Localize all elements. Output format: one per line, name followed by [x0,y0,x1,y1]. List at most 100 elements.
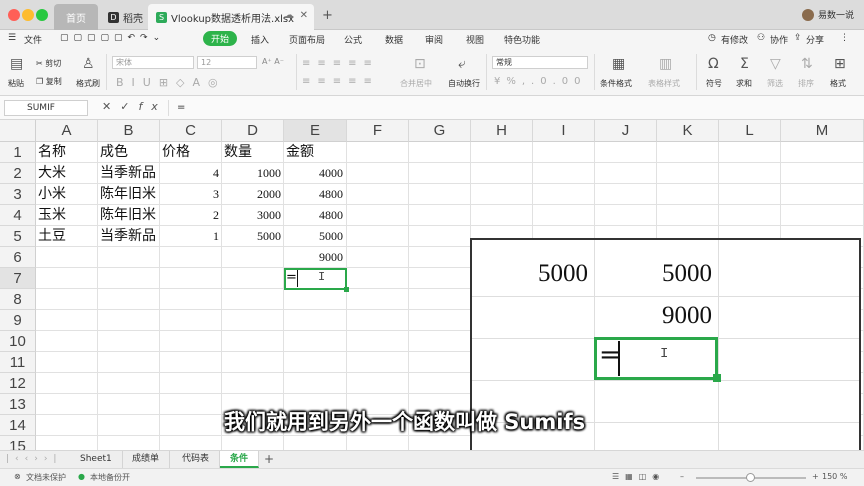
collab-icon[interactable]: ⚇ [757,33,765,43]
cell-d5[interactable]: 5000 [222,226,283,247]
row-header[interactable]: 3 [0,184,36,205]
cell-a4[interactable]: 玉米 [36,205,97,226]
menu-start[interactable]: 开始 [203,31,238,46]
cell-b5[interactable]: 当季新品 [98,226,159,247]
new-tab-icon[interactable]: + [322,8,333,23]
user-account[interactable]: 易数一说 [801,8,854,21]
column-header[interactable]: C [160,120,222,142]
cell-c3[interactable]: 3 [160,184,221,205]
format-painter-button[interactable]: 格式刷 [76,78,100,89]
sheet-tab-grades[interactable]: 成绩单 [122,451,171,468]
cell-c1[interactable]: 价格 [160,142,221,163]
cell-a3[interactable]: 小米 [36,184,97,205]
row-header[interactable]: 8 [0,289,36,310]
align-horizontal-icons[interactable]: ≡≡≡≡≡ [302,76,379,87]
cancel-icon[interactable]: ✕ [102,100,120,113]
sum-button[interactable]: 求和 [736,78,752,89]
cell-d4[interactable]: 3000 [222,205,283,226]
cell-c2[interactable]: 4 [160,163,221,184]
cell-e1[interactable]: 金额 [284,142,345,163]
cell-b2[interactable]: 当季新品 [98,163,159,184]
cloud-icon[interactable]: ☁ [284,10,294,21]
column-header[interactable]: D [222,120,284,142]
menu-collab[interactable]: 协作 [770,33,788,46]
wrap-text-icon[interactable]: ⤶ [458,56,466,72]
cell-d2[interactable]: 1000 [222,163,283,184]
column-header[interactable]: L [719,120,781,142]
column-header[interactable]: B [98,120,160,142]
conditional-format-button[interactable]: 条件格式 [600,78,632,89]
menu-page-layout[interactable]: 页面布局 [289,33,325,46]
cell-a1[interactable]: 名称 [36,142,97,163]
close-tab-icon[interactable]: ✕ [300,10,308,21]
view-mode-icons[interactable]: ☰▦◫◉ [612,472,665,481]
fill-handle[interactable] [344,287,349,292]
wrap-text-button[interactable]: 自动换行 [448,78,480,89]
menu-file[interactable]: 文件 [24,33,42,46]
column-header[interactable]: G [409,120,471,142]
cell-d3[interactable]: 2000 [222,184,283,205]
align-top-icons[interactable]: ≡≡≡≡≡ [302,58,379,69]
minimize-window-button[interactable] [22,9,34,21]
more-icon[interactable]: ⋮ [840,33,849,43]
column-header[interactable]: M [781,120,864,142]
font-style-icons[interactable]: BIU⊞◇A◎ [116,76,226,89]
name-box[interactable]: SUMIF [4,100,88,116]
hamburger-icon[interactable]: ☰ [8,33,16,43]
tab-docer[interactable]: D 稻壳 [100,4,144,30]
sheet-nav-arrows[interactable]: |‹‹››| [6,454,62,464]
cell-e5[interactable]: 5000 [284,226,345,247]
number-format-select[interactable]: 常规 [492,56,588,69]
backup-status[interactable]: 本地备份开 [90,472,130,483]
paste-icon[interactable]: ▤ [10,56,23,72]
menu-view[interactable]: 视图 [466,33,484,46]
table-style-icon[interactable]: ▥ [659,56,672,72]
merge-center-button[interactable]: 合并居中 [400,78,432,89]
font-size-select[interactable]: 12 [197,56,257,69]
zoom-in-icon[interactable]: + [812,472,819,481]
tab-home[interactable]: 首页 [54,4,98,30]
menu-changes[interactable]: 有修改 [721,33,748,46]
insert-function-icon[interactable]: fx [138,100,166,113]
row-header[interactable]: 2 [0,163,36,184]
row-header[interactable]: 5 [0,226,36,247]
column-header[interactable]: K [657,120,719,142]
sheet-tab-sheet1[interactable]: Sheet1 [70,451,123,468]
sum-icon[interactable]: Σ [740,56,749,72]
format-icon[interactable]: ⊞ [834,56,846,72]
cell-c5[interactable]: 1 [160,226,221,247]
column-header[interactable]: E [284,120,347,142]
menu-insert[interactable]: 插入 [251,33,269,46]
cell-e3[interactable]: 4800 [284,184,345,205]
symbol-button[interactable]: 符号 [706,78,722,89]
filter-icon[interactable]: ▽ [770,56,781,72]
sheet-tab-codes[interactable]: 代码表 [172,451,221,468]
menu-formula[interactable]: 公式 [344,33,362,46]
formula-input[interactable]: = [168,100,858,116]
conditional-format-icon[interactable]: ▦ [612,56,625,72]
row-header[interactable]: 4 [0,205,36,226]
paste-button[interactable]: 粘贴 [8,78,24,89]
cell-e2[interactable]: 4000 [284,163,345,184]
menu-review[interactable]: 审阅 [425,33,443,46]
maximize-window-button[interactable] [36,9,48,21]
confirm-icon[interactable]: ✓ [120,100,138,113]
row-header[interactable]: 11 [0,352,36,373]
cell-c4[interactable]: 2 [160,205,221,226]
cell-a2[interactable]: 大米 [36,163,97,184]
changes-icon[interactable]: ◷ [708,33,716,43]
cell-e4[interactable]: 4800 [284,205,345,226]
tab-document[interactable]: S Vlookup数据透析用法.xlsx ☁ ✕ [148,4,314,30]
sort-button[interactable]: 排序 [798,78,814,89]
row-header[interactable]: 9 [0,310,36,331]
number-style-icons[interactable]: ¥%,.0.00 [494,76,587,87]
filter-button[interactable]: 筛选 [767,78,783,89]
add-sheet-icon[interactable]: + [264,452,274,466]
row-header[interactable]: 10 [0,331,36,352]
cut-button[interactable]: ✂ 剪切 [36,58,61,69]
copy-button[interactable]: ❐ 复制 [36,76,62,87]
protect-status[interactable]: 文档未保护 [26,472,66,483]
column-header[interactable]: A [36,120,98,142]
table-style-button[interactable]: 表格样式 [648,78,680,89]
zoom-out-icon[interactable]: – [680,472,684,481]
